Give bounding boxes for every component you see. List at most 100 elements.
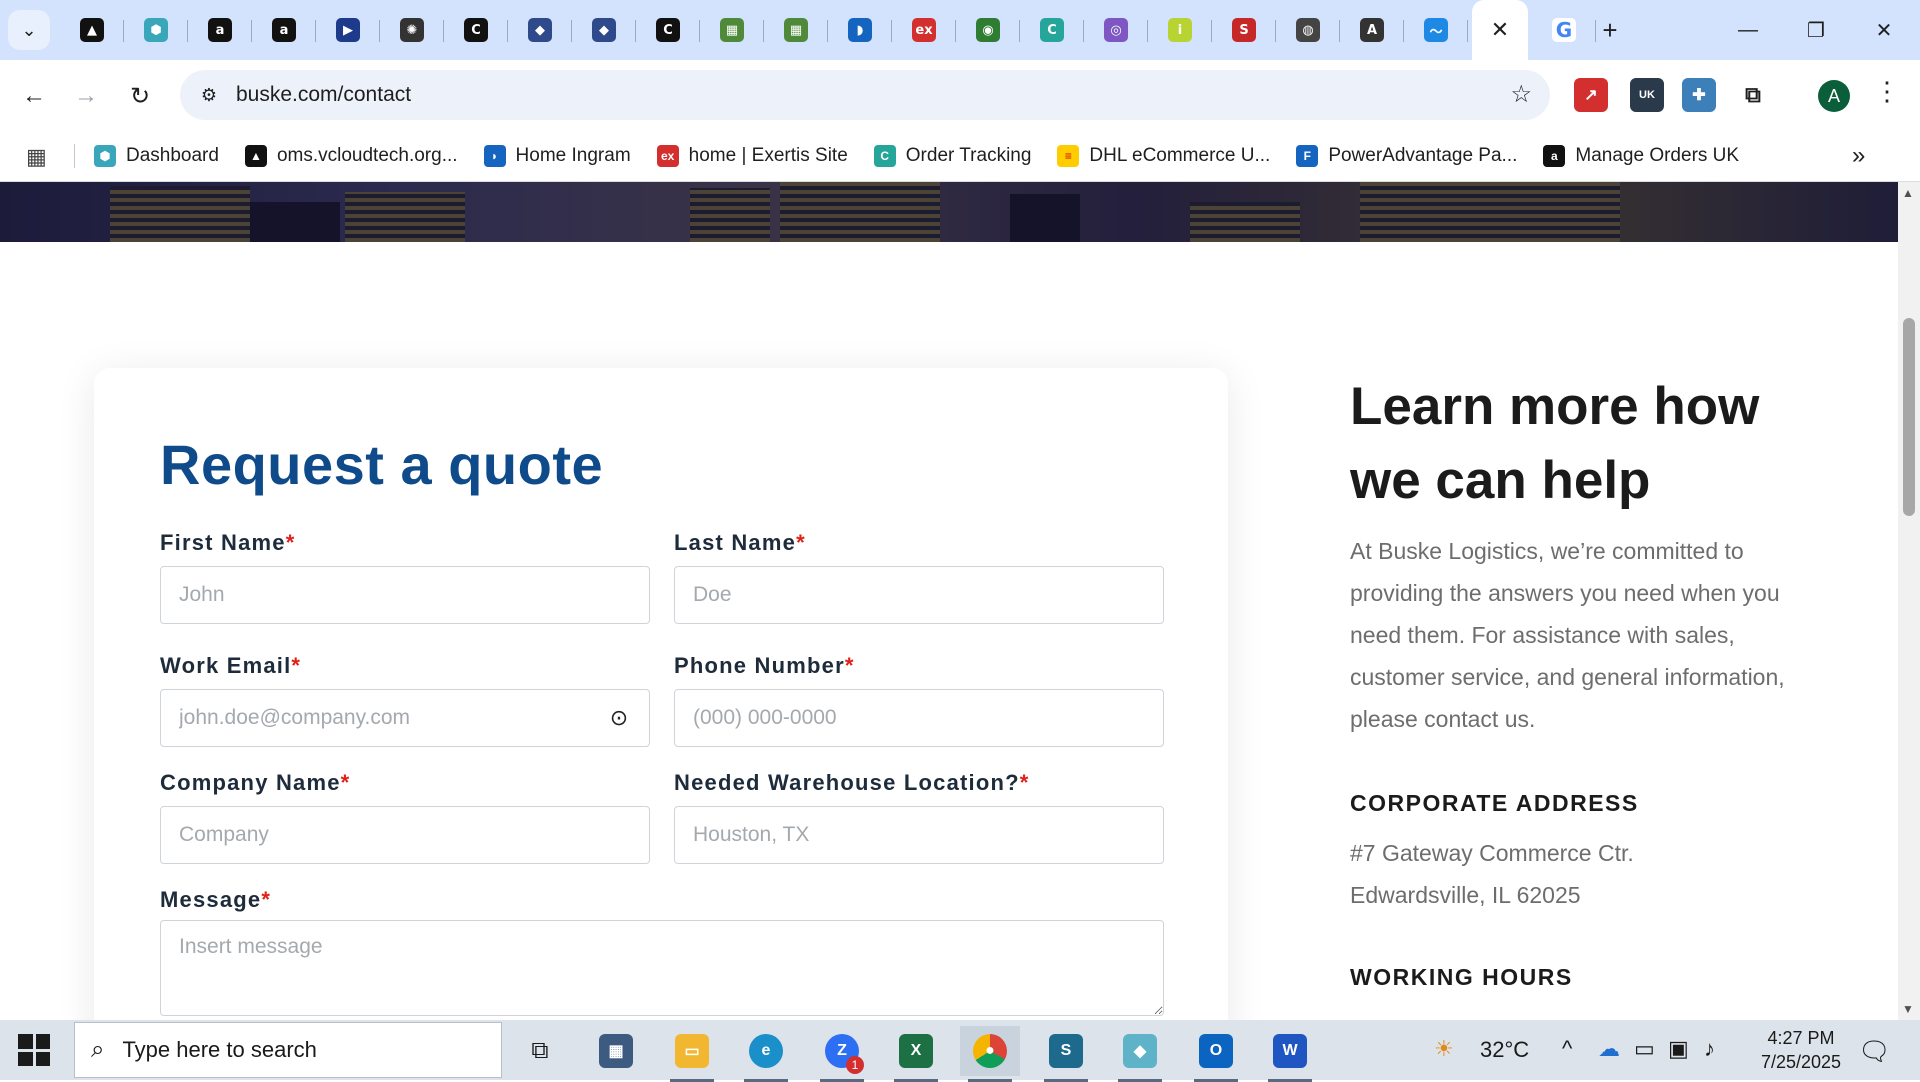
last-name-input[interactable]: [674, 566, 1164, 624]
browser-tab[interactable]: S: [1212, 0, 1276, 60]
google-tab[interactable]: G: [1532, 0, 1596, 60]
browser-tab[interactable]: a: [188, 0, 252, 60]
chevron-down-icon: ⌄: [21, 19, 37, 40]
onedrive-cloud-icon[interactable]: ☁: [1598, 1036, 1620, 1062]
browser-tab[interactable]: ⬢: [124, 0, 188, 60]
amazon-icon: a: [208, 18, 232, 42]
browser-tab[interactable]: C: [444, 0, 508, 60]
ingram-icon: ◗: [848, 18, 872, 42]
browser-tab[interactable]: ▦: [700, 0, 764, 60]
work-email-input[interactable]: [160, 689, 650, 747]
zoom-app[interactable]: Z1: [812, 1026, 872, 1082]
close-icon[interactable]: ✕: [1491, 17, 1509, 43]
active-tab[interactable]: ✕: [1472, 0, 1528, 60]
bookmark-star-icon[interactable]: ☆: [1510, 80, 1532, 109]
volume-icon[interactable]: ♪: [1704, 1036, 1715, 1062]
new-tab-button[interactable]: +: [1592, 12, 1628, 48]
menu-kebab-icon[interactable]: ⋮: [1874, 76, 1900, 107]
order-tracking-icon: C: [1040, 18, 1064, 42]
sketch-app[interactable]: S: [1036, 1026, 1096, 1082]
phone-number-input[interactable]: [674, 689, 1164, 747]
browser-tab[interactable]: a: [252, 0, 316, 60]
browser-tab[interactable]: C: [636, 0, 700, 60]
restore-button[interactable]: ❐: [1782, 0, 1850, 60]
first-name-input[interactable]: [160, 566, 650, 624]
chrome-app[interactable]: ●: [960, 1026, 1020, 1082]
close-window-button[interactable]: ✕: [1850, 0, 1918, 60]
browser-tab[interactable]: ▶: [316, 0, 380, 60]
bookmark-item[interactable]: F PowerAdvantage Pa...: [1296, 145, 1517, 167]
apps-grid-icon[interactable]: ▦: [26, 144, 47, 170]
browser-tab[interactable]: ◆: [508, 0, 572, 60]
site-info-icon[interactable]: ⚙: [196, 82, 222, 108]
company-name-input[interactable]: [160, 806, 650, 864]
scrollbar-thumb[interactable]: [1903, 318, 1915, 516]
start-windows-icon[interactable]: [18, 1034, 50, 1066]
tab-search-button[interactable]: ⌄: [8, 10, 50, 50]
weather-temperature[interactable]: 32°C: [1480, 1037, 1529, 1063]
task-view-button[interactable]: ⧉: [510, 1026, 570, 1076]
taskbar-search-box[interactable]: ⌕ Type here to search: [74, 1022, 502, 1078]
ingram-icon: ◗: [483, 145, 506, 167]
browser-tab[interactable]: ◍: [1276, 0, 1340, 60]
reload-button[interactable]: ↻: [120, 76, 160, 116]
browser-tab[interactable]: ◗: [828, 0, 892, 60]
work-email-label-text: Work Email: [160, 653, 292, 678]
notifications-icon[interactable]: 🗨: [1858, 1036, 1891, 1067]
bookmark-item[interactable]: ◗ Home Ingram: [483, 145, 631, 167]
outlook-app[interactable]: O: [1186, 1026, 1246, 1082]
box-icon: ◆: [528, 18, 552, 42]
file-explorer-app[interactable]: ▭: [662, 1026, 722, 1082]
edge-app[interactable]: e: [736, 1026, 796, 1082]
browser-tab[interactable]: C: [1020, 0, 1084, 60]
url-text[interactable]: buske.com/contact: [236, 83, 411, 107]
browser-tab[interactable]: ▲: [60, 0, 124, 60]
taskbar-clock[interactable]: 4:27 PM 7/25/2025: [1746, 1026, 1856, 1074]
profile-avatar[interactable]: A: [1818, 80, 1850, 112]
show-hidden-icons-chevron-icon[interactable]: ^: [1562, 1036, 1572, 1062]
windows-taskbar: ⌕ Type here to search ⧉ ▦ ▭ e Z1 X ● S ◆…: [0, 1020, 1920, 1082]
excel-app[interactable]: X: [886, 1026, 946, 1082]
browser-tab[interactable]: ◉: [956, 0, 1020, 60]
bookmark-item[interactable]: C Order Tracking: [873, 145, 1031, 167]
bookmark-item[interactable]: ex home | Exertis Site: [656, 145, 848, 167]
browser-tab[interactable]: ◆: [572, 0, 636, 60]
bookmark-item[interactable]: ≡ DHL eCommerce U...: [1057, 145, 1270, 167]
address-bar[interactable]: ⚙ buske.com/contact ☆: [180, 70, 1550, 120]
back-button[interactable]: ←: [14, 76, 54, 116]
puzzle-gear-extension-icon[interactable]: ✚: [1682, 78, 1716, 112]
scroll-up-arrow-icon[interactable]: ▲: [1902, 186, 1914, 200]
autofill-contact-icon[interactable]: ⊙: [604, 703, 634, 733]
bookmark-item[interactable]: ▲ oms.vcloudtech.org...: [244, 145, 458, 167]
message-textarea[interactable]: [160, 920, 1164, 1016]
chrome-icon: ●: [973, 1034, 1007, 1068]
pdf-extension-icon[interactable]: ↗: [1574, 78, 1608, 112]
vpn-extension-icon[interactable]: UK: [1630, 78, 1664, 112]
weather-icon[interactable]: ☀: [1434, 1036, 1454, 1062]
browser-tab[interactable]: ex: [892, 0, 956, 60]
bookmark-item[interactable]: ⬢ Dashboard: [94, 145, 219, 167]
forward-button[interactable]: →: [66, 76, 106, 116]
page-scrollbar[interactable]: ▲ ▼: [1898, 182, 1920, 1020]
browser-tab[interactable]: i: [1148, 0, 1212, 60]
word-app[interactable]: W: [1260, 1026, 1320, 1082]
extensions-icon[interactable]: ⧉: [1736, 78, 1770, 112]
browser-tab[interactable]: ▦: [764, 0, 828, 60]
battery-icon[interactable]: ▭: [1634, 1036, 1655, 1062]
scroll-down-arrow-icon[interactable]: ▼: [1902, 1002, 1914, 1016]
order-tracking-icon: C: [873, 145, 896, 167]
browser-tab[interactable]: ◎: [1084, 0, 1148, 60]
browser-tab[interactable]: 〜: [1404, 0, 1468, 60]
bookmark-item[interactable]: a Manage Orders UK: [1543, 145, 1739, 167]
required-mark: *: [285, 530, 296, 555]
form-title: Request a quote: [160, 433, 604, 496]
browser-tab[interactable]: ✺: [380, 0, 444, 60]
more-bookmarks-icon[interactable]: »: [1852, 142, 1865, 170]
browser-tab[interactable]: A: [1340, 0, 1404, 60]
minimize-button[interactable]: —: [1714, 0, 1782, 60]
diamond-app[interactable]: ◆: [1110, 1026, 1170, 1082]
calculator-app[interactable]: ▦: [586, 1026, 646, 1076]
warehouse-location-input[interactable]: [674, 806, 1164, 864]
network-icon[interactable]: ▣: [1668, 1036, 1689, 1062]
tab-strip: ⌄ ▲ ⬢ a a ▶ ✺ C ◆ ◆ C ▦ ▦ ◗ ex ◉ C ◎ i S ◍ A 〜 ✕ G + — ❐ ✕: [0, 0, 1920, 60]
